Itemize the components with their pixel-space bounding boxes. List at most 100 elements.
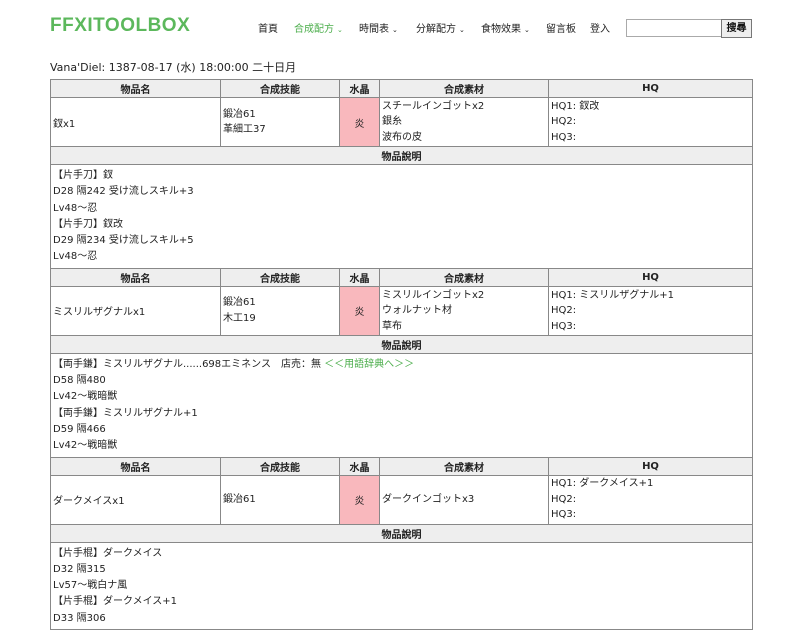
description-line: Lv48～忍 [53, 251, 98, 263]
description-line: 【片手刀】釵 [53, 170, 113, 181]
nav-board-label: 留言板 [546, 24, 576, 35]
material-entry: ミスリルインゴットx2 [382, 289, 485, 301]
column-header-crystal: 水晶 [339, 456, 380, 476]
hq-entry: HQ1: 釵改 [551, 100, 600, 112]
nav-login[interactable]: 登入 [590, 20, 610, 35]
description-line: D32 隔315 [53, 563, 106, 575]
table-row: 釵x1 鍛冶61 革細工37 炎 スチールインゴットx2 銀糸 波布の皮 HQ1… [50, 97, 753, 147]
material-entry: スチールインゴットx2 [382, 100, 485, 112]
material-entry: 銀糸 [382, 116, 402, 128]
crystal-cell: 炎 [339, 97, 380, 147]
navbar: FFXITOOLBOX 首頁 合成配方 ⌄ 時間表 ⌄ 分解配方 ⌄ 食物效果 ⌄ 留言… [0, 0, 800, 58]
material-entry: ウォルナット材 [382, 305, 452, 317]
item-materials: ダークインゴットx3 [379, 474, 549, 525]
item-description: 【片手棍】ダークメイス D32 隔315 Lv57～戦白ナ風 【片手棍】ダークメ… [50, 541, 753, 630]
description-line: Lv42～戦暗獣 [53, 440, 118, 452]
skill-entry: 革細工37 [223, 124, 266, 135]
column-header-skill: 合成技能 [220, 267, 340, 287]
description-row: 【片手刀】釵 D28 隔242 受け流しスキル+3 Lv48～忍 【片手刀】釵改… [50, 164, 753, 269]
item-skills: 鍛冶61 木工19 [220, 285, 340, 336]
hq-entry: HQ2: [551, 305, 577, 317]
column-header-hq: HQ [548, 456, 753, 476]
description-row: 【両手鎌】ミスリルザグナル......698エミネンス 店売：無 ＜＜用語辞典へ… [50, 352, 753, 458]
description-line: D58 隔480 [53, 375, 106, 387]
column-header-name: 物品名 [50, 267, 221, 287]
description-row: 【片手棍】ダークメイス D32 隔315 Lv57～戦白ナ風 【片手棍】ダークメ… [50, 541, 753, 630]
chevron-down-icon: ⌄ [337, 26, 343, 34]
description-header-row: 物品說明 [50, 334, 753, 354]
table-header-row: 物品名 合成技能 水晶 合成素材 HQ [50, 456, 753, 476]
hq-entry: HQ1: ダークメイス+1 [551, 478, 654, 490]
description-header-row: 物品說明 [50, 146, 753, 165]
chevron-down-icon: ⌄ [459, 26, 465, 34]
nav-desynthesis-label: 分解配方 [416, 24, 456, 35]
item-hq: HQ1: 釵改 HQ2: HQ3: [548, 97, 753, 147]
description-line: D59 隔466 [53, 423, 106, 435]
item-hq: HQ1: ミスリルザグナル+1 HQ2: HQ3: [548, 285, 753, 336]
table-row: ミスリルザグナルx1 鍛冶61 木工19 炎 ミスリルインゴットx2 ウォルナッ… [50, 285, 753, 336]
description-header: 物品說明 [50, 146, 753, 165]
description-line: D29 隔234 受け流しスキル+5 [53, 235, 194, 247]
nav-message-board[interactable]: 留言板 [546, 20, 576, 35]
hq-entry: HQ3: [551, 320, 577, 332]
description-header-row: 物品說明 [50, 523, 753, 543]
description-first-text: 【両手鎌】ミスリルザグナル......698エミネンス 店売：無 [53, 358, 321, 370]
table-row: ダークメイスx1 鍛冶61 炎 ダークインゴットx3 HQ1: ダークメイス+1… [50, 474, 753, 525]
column-header-skill: 合成技能 [220, 456, 340, 476]
table-header-row: 物品名 合成技能 水晶 合成素材 HQ [50, 79, 753, 98]
description-header: 物品說明 [50, 334, 753, 354]
item-skills: 鍛冶61 [220, 474, 340, 525]
nav-home-label: 首頁 [258, 24, 278, 35]
skill-entry: 木工19 [223, 312, 256, 324]
item-description: 【両手鎌】ミスリルザグナル......698エミネンス 店売：無 ＜＜用語辞典へ… [50, 352, 753, 458]
description-header: 物品說明 [50, 523, 753, 543]
search-button[interactable]: 搜尋 [721, 19, 752, 38]
skill-entry: 鍛冶61 [223, 297, 256, 309]
description-line: 【両手鎌】ミスリルザグナル+1 [53, 407, 198, 419]
brand-logo[interactable]: FFXITOOLBOX [50, 15, 190, 37]
material-entry: 波布の皮 [382, 131, 422, 143]
item-name: ミスリルザグナルx1 [50, 285, 221, 336]
search-input[interactable] [626, 19, 722, 37]
nav-desynthesis[interactable]: 分解配方 ⌄ [416, 20, 465, 35]
column-header-hq: HQ [548, 79, 753, 98]
description-line: Lv42～戦暗獣 [53, 391, 118, 403]
hq-entry: HQ2: [551, 116, 577, 128]
nav-food-effects[interactable]: 食物效果 ⌄ [481, 20, 530, 35]
description-line: D28 隔242 受け流しスキル+3 [53, 186, 194, 198]
column-header-materials: 合成素材 [379, 267, 549, 287]
glossary-link[interactable]: ＜＜用語辞典へ＞＞ [324, 359, 414, 370]
description-line: 【片手棍】ダークメイス+1 [53, 596, 178, 608]
column-header-name: 物品名 [50, 79, 221, 98]
item-skills: 鍛冶61 革細工37 [220, 97, 340, 147]
nav-synthesis-recipes[interactable]: 合成配方 ⌄ [294, 20, 343, 35]
item-name: 釵x1 [50, 97, 221, 147]
nav-home[interactable]: 首頁 [258, 20, 278, 35]
vanadiel-clock: Vana'Diel: 1387-08-17 (水) 18:00:00 二十日月 [50, 61, 297, 74]
item-materials: ミスリルインゴットx2 ウォルナット材 草布 [379, 285, 549, 336]
nav-food-label: 食物效果 [481, 24, 521, 35]
hq-entry: HQ1: ミスリルザグナル+1 [551, 289, 675, 301]
description-line: 【片手刀】釵改 [53, 218, 123, 230]
chevron-down-icon: ⌄ [524, 26, 530, 34]
description-line: 【片手棍】ダークメイス [53, 547, 163, 559]
nav-login-label: 登入 [590, 24, 610, 35]
description-line: Lv48～忍 [53, 202, 98, 214]
recipe-table: 物品名 合成技能 水晶 合成素材 HQ 釵x1 鍛冶61 革細工37 炎 スチー… [50, 79, 753, 630]
description-line: Lv57～戦白ナ風 [53, 580, 128, 592]
skill-entry: 鍛冶61 [223, 108, 256, 120]
table-header-row: 物品名 合成技能 水晶 合成素材 HQ [50, 267, 753, 287]
column-header-hq: HQ [548, 267, 753, 287]
column-header-materials: 合成素材 [379, 456, 549, 476]
nav-timetable-label: 時間表 [359, 24, 389, 35]
column-header-crystal: 水晶 [339, 267, 380, 287]
item-name: ダークメイスx1 [50, 474, 221, 525]
description-line: 【両手鎌】ミスリルザグナル......698エミネンス 店売：無 ＜＜用語辞典へ… [53, 357, 750, 373]
nav-timetable[interactable]: 時間表 ⌄ [359, 20, 398, 35]
hq-entry: HQ3: [551, 131, 577, 143]
hq-entry: HQ2: [551, 493, 577, 505]
column-header-crystal: 水晶 [339, 79, 380, 98]
chevron-down-icon: ⌄ [392, 26, 398, 34]
material-entry: ダークインゴットx3 [382, 493, 475, 505]
material-entry: 草布 [382, 320, 402, 332]
